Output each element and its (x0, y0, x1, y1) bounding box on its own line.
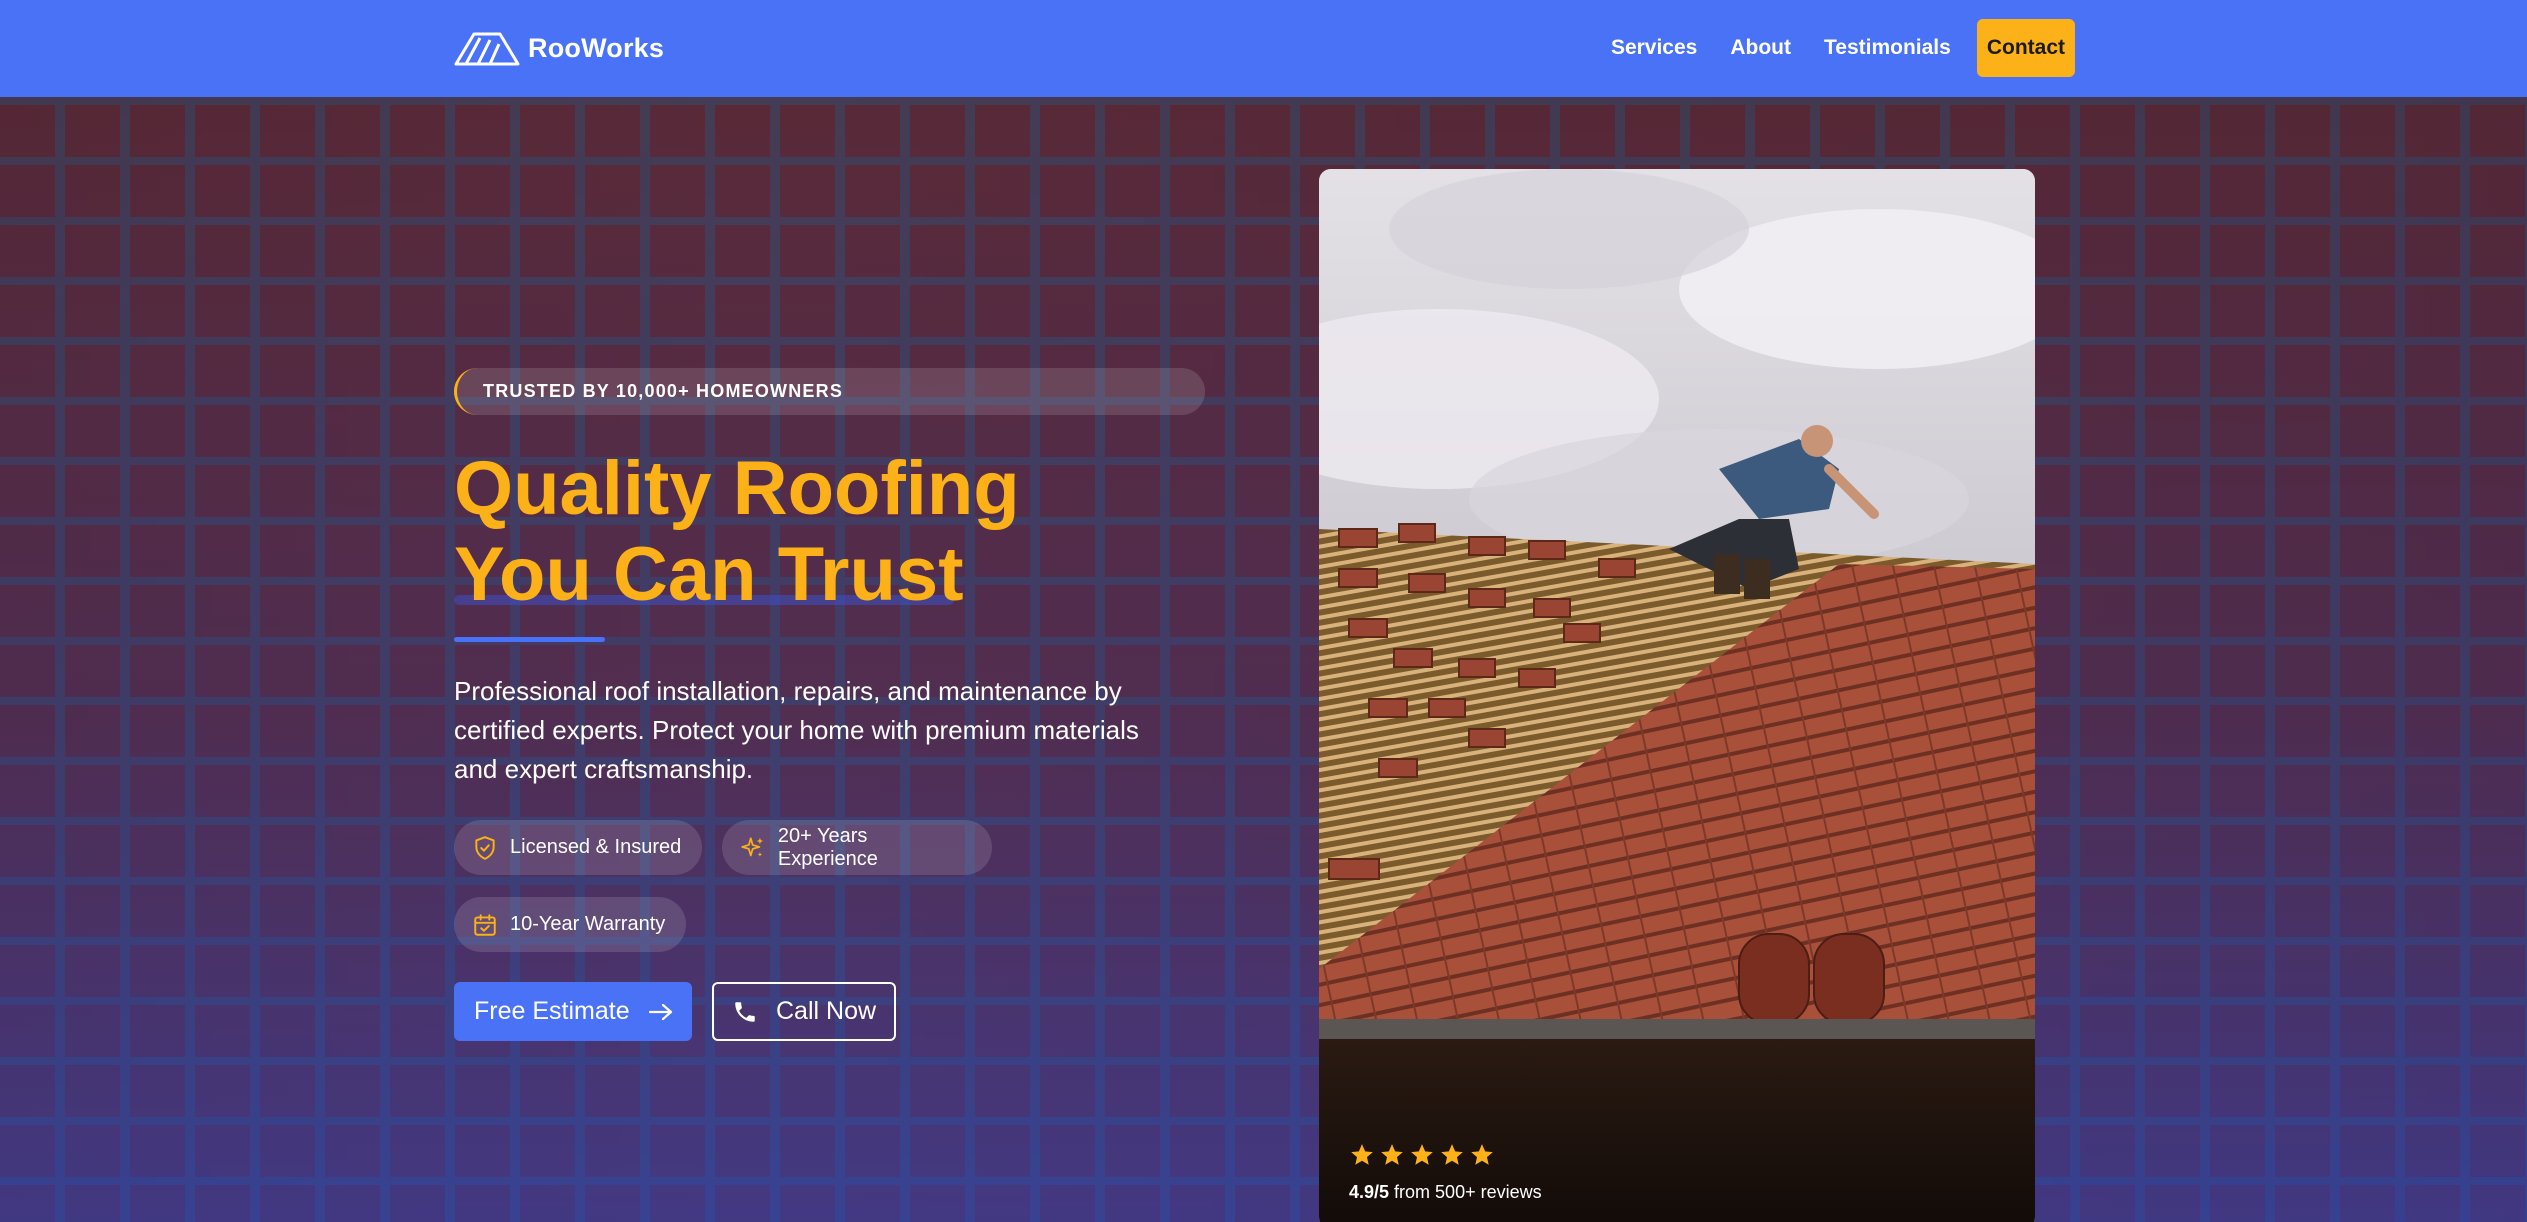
star-icon (1471, 1144, 1493, 1165)
shield-icon (475, 835, 495, 860)
rating-summary: 4.9/5 from 500+ reviews (1349, 1182, 1542, 1203)
star-icon (1441, 1144, 1463, 1165)
hero-overlay (0, 97, 2527, 1222)
accent-divider (454, 637, 605, 642)
headline-line-2: You Can Trust (454, 532, 964, 617)
call-now-label: Call Now (776, 997, 877, 1025)
trust-badge-label: TRUSTED BY 10,000+ HOMEOWNERS (483, 381, 844, 401)
roofer-photo (1319, 169, 2035, 1222)
free-estimate-button[interactable]: Free Estimate (454, 982, 692, 1041)
star-icon (1351, 1144, 1373, 1165)
badge-licensed-label: Licensed & Insured (510, 836, 682, 858)
nav-link-testimonials[interactable]: Testimonials (1824, 36, 1951, 60)
badge-warranty-label: 10-Year Warranty (510, 913, 666, 935)
arrow-right-icon (648, 1003, 672, 1020)
rating-count: from 500+ reviews (1389, 1182, 1542, 1202)
badge-warranty: 10-Year Warranty (454, 897, 686, 952)
headline-line-1: Quality Roofing (454, 446, 1020, 531)
brand-logo[interactable]: RooWorks (454, 28, 664, 68)
badge-licensed: Licensed & Insured (454, 820, 702, 875)
call-now-button[interactable]: Call Now (712, 982, 896, 1041)
roof-logo-icon (454, 32, 520, 66)
free-estimate-label: Free Estimate (474, 997, 630, 1025)
rating-stars (1349, 1142, 1542, 1168)
hero-section (0, 97, 2527, 1222)
star-icon (1411, 1144, 1433, 1165)
nav-link-about[interactable]: About (1730, 36, 1791, 60)
hero-description: Professional roof installation, repairs,… (454, 676, 1139, 784)
primary-nav: Services About Testimonials Contact (1611, 19, 2075, 77)
top-navbar: RooWorks Services About Testimonials Con… (0, 0, 2527, 97)
brand-name: RooWorks (528, 32, 665, 63)
phone-icon (735, 1001, 755, 1022)
sparkle-icon (741, 836, 764, 857)
rating-value: 4.9/5 (1349, 1182, 1390, 1202)
calendar-check-icon (474, 913, 496, 936)
hero-headline: Quality Roofing You Can Trust (454, 446, 1020, 618)
badge-experience-label: 20+ Years Experience (777, 824, 878, 870)
rating-block: 4.9/5 from 500+ reviews (1349, 1142, 1542, 1203)
trust-badge: TRUSTED BY 10,000+ HOMEOWNERS (454, 368, 1205, 415)
badge-experience: 20+ Years Experience (722, 820, 992, 875)
star-icon (1381, 1144, 1403, 1165)
contact-button[interactable]: Contact (1976, 19, 2075, 77)
nav-link-services[interactable]: Services (1611, 36, 1697, 60)
roofer-photo-card: 4.9/5 from 500+ reviews (1319, 169, 2035, 1222)
